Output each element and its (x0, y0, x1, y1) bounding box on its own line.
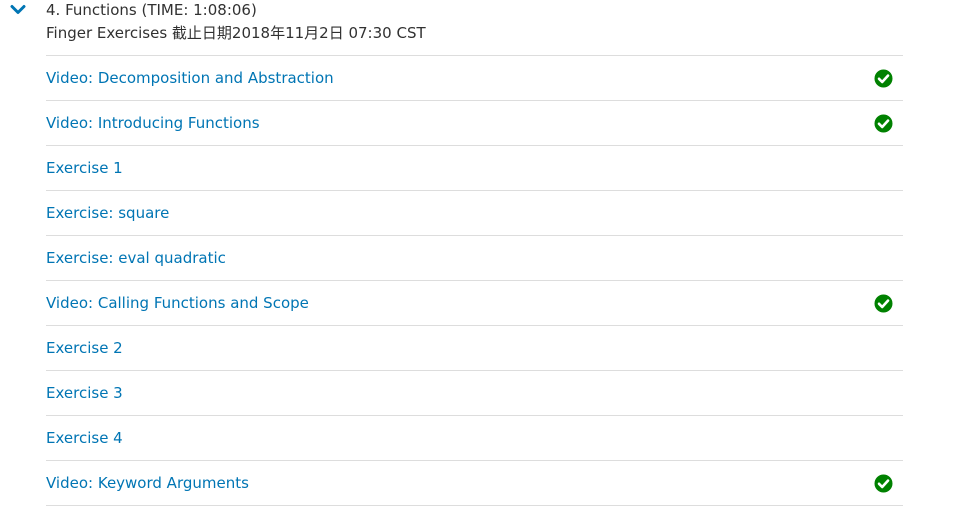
subsection-link[interactable]: Exercise 2 (46, 338, 123, 358)
subsection-link[interactable]: Exercise 4 (46, 428, 123, 448)
subsection-link[interactable]: Exercise: eval quadratic (46, 248, 226, 268)
chevron-down-icon[interactable] (10, 2, 26, 16)
subsection-link[interactable]: Video: Calling Functions and Scope (46, 293, 309, 313)
subsection-link[interactable]: Exercise: square (46, 203, 169, 223)
section-header: 4. Functions (TIME: 1:08:06) Finger Exer… (0, 0, 973, 55)
subsection-item[interactable]: Video: Calling Functions and Scope (46, 281, 903, 326)
subsection-item[interactable]: Exercise: square (46, 191, 903, 236)
subsection-link[interactable]: Video: Introducing Functions (46, 113, 260, 133)
subsection-item[interactable]: Exercise 1 (46, 146, 903, 191)
subsection-item[interactable]: Exercise: eval quadratic (46, 236, 903, 281)
subsection-item[interactable]: Exercise 2 (46, 326, 903, 371)
check-circle-icon (874, 474, 893, 493)
subsection-link[interactable]: Video: Decomposition and Abstraction (46, 68, 334, 88)
subsection-item[interactable]: Video: Keyword Arguments (46, 461, 903, 506)
subsection-item[interactable]: Video: Decomposition and Abstraction (46, 56, 903, 101)
subsection-list: Video: Decomposition and Abstraction Vide… (46, 55, 903, 506)
section-subtitle: Finger Exercises 截止日期2018年11月2日 07:30 CS… (46, 24, 426, 42)
check-circle-icon (874, 294, 893, 313)
subsection-link[interactable]: Exercise 3 (46, 383, 123, 403)
subsection-item[interactable]: Video: Introducing Functions (46, 101, 903, 146)
section-title: 4. Functions (TIME: 1:08:06) (46, 1, 257, 19)
check-circle-icon (874, 114, 893, 133)
subsection-link[interactable]: Exercise 1 (46, 158, 123, 178)
subsection-link[interactable]: Video: Keyword Arguments (46, 473, 249, 493)
subsection-item[interactable]: Exercise 4 (46, 416, 903, 461)
check-circle-icon (874, 69, 893, 88)
subsection-item[interactable]: Exercise 3 (46, 371, 903, 416)
